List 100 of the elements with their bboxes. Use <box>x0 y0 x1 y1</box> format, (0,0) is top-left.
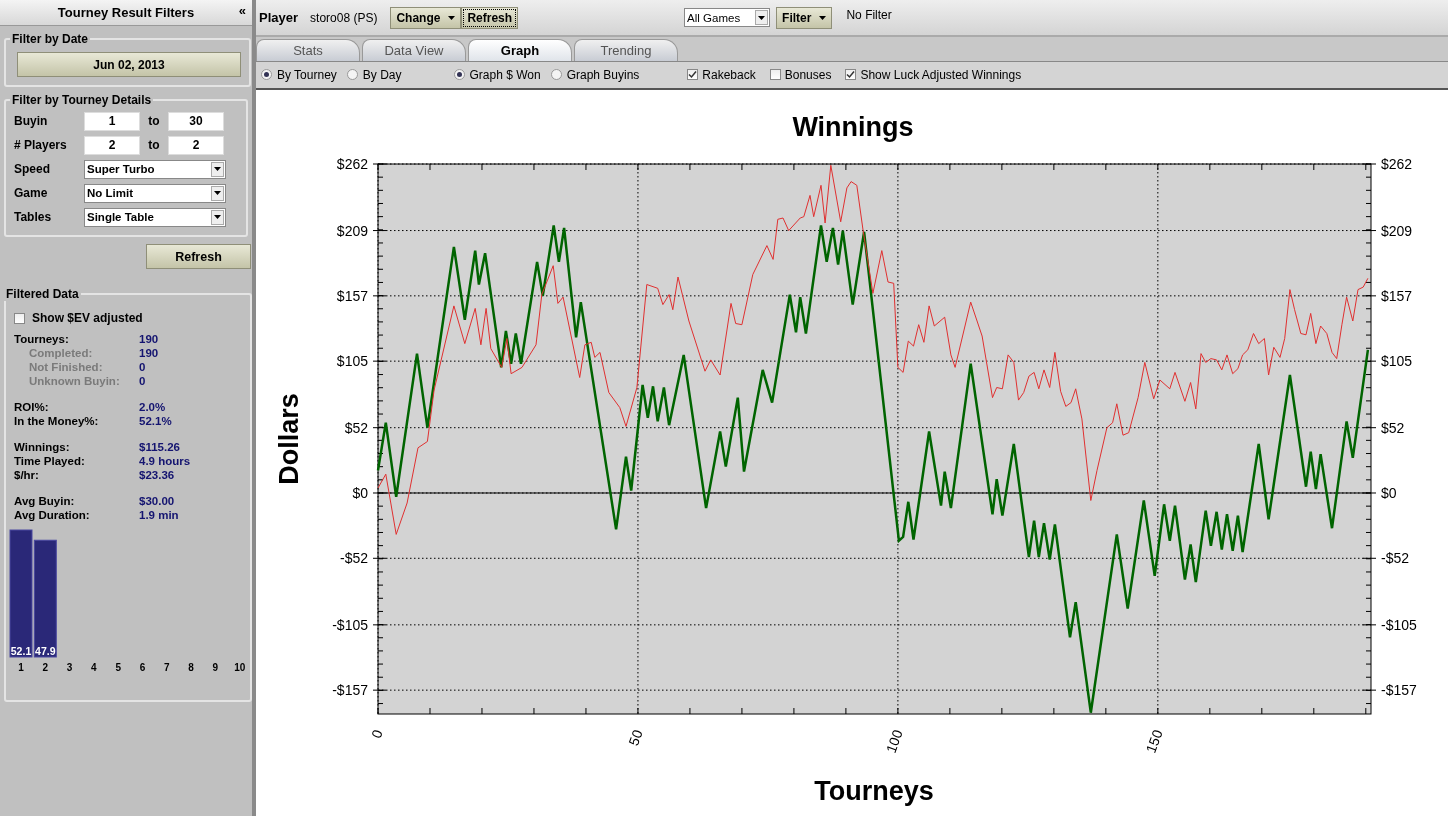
y-tick-label: $262 <box>1381 156 1413 172</box>
caret-icon <box>758 15 766 20</box>
y-axis-title: Dollars <box>274 393 304 485</box>
y-tick-label: $52 <box>344 419 368 436</box>
checkbox[interactable] <box>14 312 25 324</box>
checkbox[interactable] <box>845 69 857 81</box>
caret-icon <box>214 191 221 195</box>
stat-value: $30.00 <box>139 495 175 509</box>
chart-title: Winnings <box>792 112 914 142</box>
input-field[interactable]: 2 <box>84 135 140 155</box>
bar-value: 52.1 <box>10 645 32 657</box>
y-tick-label: -$157 <box>1381 682 1417 699</box>
tab[interactable]: Stats <box>256 39 360 61</box>
group-title: Filtered Data <box>5 287 80 301</box>
radio-label: Graph Buyins <box>566 67 640 82</box>
stat-value: $115.26 <box>139 441 180 455</box>
y-tick-label: $262 <box>336 156 368 172</box>
stat-label: Completed: <box>28 347 94 361</box>
dropdown[interactable]: Super Turbo <box>84 159 226 179</box>
date-button[interactable]: Jun 02, 2013 <box>17 52 241 77</box>
collapse-button[interactable]: « <box>238 3 246 18</box>
stat-label: In the Money%: <box>14 415 100 429</box>
x-tick-label: 50 <box>625 727 646 748</box>
y-tick-label: -$52 <box>339 550 368 567</box>
bar-category: 3 <box>66 662 73 673</box>
y-tick-label: $157 <box>336 287 368 304</box>
stat-label: Unknown Buyin: <box>28 375 121 389</box>
x-axis-title: Tourneys <box>814 776 934 806</box>
field-label: # Players <box>14 138 68 152</box>
radio-label: Graph $ Won <box>469 67 541 82</box>
to-label: to <box>147 138 161 152</box>
change-button[interactable]: Change <box>390 6 462 29</box>
dropdown[interactable]: No Limit <box>84 183 226 203</box>
stat-label: $/hr: <box>14 469 40 483</box>
to-label: to <box>147 114 161 128</box>
caret-icon <box>448 15 456 20</box>
y-tick-label: $209 <box>1381 222 1413 239</box>
group-title: Filter by Date <box>11 32 90 46</box>
stat-value: 4.9 hours <box>139 455 191 469</box>
y-tick-label: $0 <box>1381 485 1397 501</box>
radio-button[interactable] <box>453 69 465 81</box>
stat-label: Avg Duration: <box>14 509 91 523</box>
input-field[interactable]: 1 <box>84 111 140 131</box>
checkbox-label: Bonuses <box>784 67 832 82</box>
refresh-button[interactable]: Refresh <box>461 6 519 29</box>
bar-category: 6 <box>139 662 146 673</box>
bar-category: 8 <box>188 662 194 673</box>
y-tick-label: $105 <box>336 353 368 370</box>
bar-category: 4 <box>91 662 97 673</box>
stat-value: 0 <box>139 375 146 389</box>
stat-value: 52.1% <box>139 415 172 429</box>
checkbox[interactable] <box>769 69 781 81</box>
games-dropdown[interactable]: All Games <box>684 8 771 28</box>
field-label: Tables <box>14 210 53 224</box>
bar-category: 10 <box>234 662 246 673</box>
y-tick-label: -$157 <box>332 682 368 699</box>
bar-category: 2 <box>42 662 49 673</box>
stat-label: Tourneys: <box>14 333 70 347</box>
x-tick-label: 0 <box>368 727 386 741</box>
panel-title: Tourney Result Filters <box>57 5 195 20</box>
player-label: Player <box>259 10 299 26</box>
radio-button[interactable] <box>550 69 562 81</box>
field-label: Buyin <box>14 114 49 128</box>
input-field[interactable]: 2 <box>168 135 224 155</box>
bar-category: 1 <box>18 662 24 673</box>
field-label: Game <box>14 186 49 200</box>
tab[interactable]: Trending <box>574 39 678 61</box>
dropdown[interactable]: Single Table <box>84 207 226 227</box>
checkbox[interactable] <box>687 69 699 81</box>
player-name: storo08 (PS) <box>310 10 378 25</box>
tab[interactable]: Data View <box>362 39 466 61</box>
radio-label: By Day <box>362 67 402 82</box>
caret-icon <box>214 167 221 171</box>
refresh-button[interactable]: Refresh <box>146 244 251 269</box>
checkbox-label: Rakeback <box>702 67 756 82</box>
filter-status: No Filter <box>846 7 892 22</box>
bar-category: 7 <box>164 662 170 673</box>
radio-button[interactable] <box>261 69 272 81</box>
caret-icon <box>214 215 221 219</box>
input-field[interactable]: 30 <box>168 111 224 131</box>
bar-category: 9 <box>212 662 219 673</box>
y-tick-label: $105 <box>1381 353 1413 370</box>
stat-label: Avg Buyin: <box>14 495 76 509</box>
radio-button[interactable] <box>346 69 358 81</box>
y-tick-label: -$105 <box>332 616 368 633</box>
filter-button[interactable]: Filter <box>776 6 833 29</box>
stat-value: $23.36 <box>139 469 175 483</box>
y-tick-label: -$105 <box>1381 616 1417 633</box>
stat-value: 190 <box>139 333 159 347</box>
x-tick-label: 150 <box>1142 727 1166 755</box>
radio-label: By Tourney <box>277 67 337 82</box>
bar-value: 47.9 <box>35 645 56 657</box>
y-tick-label: $52 <box>1381 419 1405 436</box>
tab[interactable]: Graph <box>468 39 572 61</box>
checkbox-label: Show Luck Adjusted Winnings <box>860 67 1022 82</box>
y-tick-label: -$52 <box>1381 550 1410 567</box>
y-tick-label: $157 <box>1381 287 1413 304</box>
checkbox-label: Show $EV adjusted <box>32 311 143 325</box>
y-tick-label: $0 <box>352 485 368 501</box>
stat-value: 0 <box>139 361 146 375</box>
